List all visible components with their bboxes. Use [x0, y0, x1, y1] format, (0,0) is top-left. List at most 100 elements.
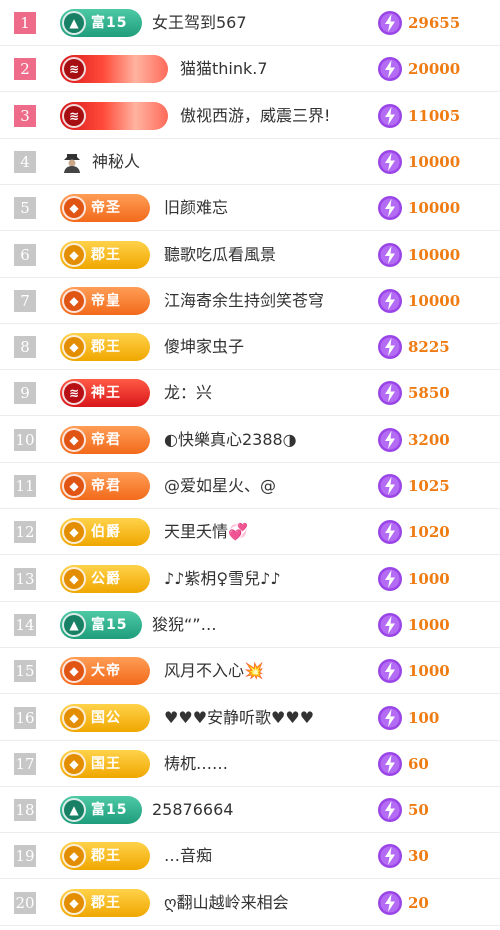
user-name[interactable]: 聽歌吃瓜看風景 [164, 232, 276, 278]
badge-emblem-icon: ◆ [62, 427, 86, 452]
badge-label: 国公 [91, 709, 121, 726]
user-name[interactable]: 神秘人 [92, 139, 140, 185]
points-value: 29655 [408, 14, 461, 32]
user-name[interactable]: 龙：兴 [164, 370, 212, 416]
user-name[interactable]: 江海寄余生持剑笑苍穹 [164, 278, 324, 324]
list-item[interactable]: 12 ◆ 伯爵 天里夭情💞 1020 [0, 509, 500, 556]
list-item[interactable]: 3 ≋ 傲视西游，威震三界! 11005 [0, 93, 500, 139]
lightning-bolt-icon [377, 334, 403, 360]
user-name[interactable]: ღ翻山越岭来相会 [164, 880, 289, 926]
points-value: 10000 [408, 199, 461, 218]
level-badge: ◆ 帝君 [60, 472, 150, 500]
list-item[interactable]: 13 ◆ 公爵 ♪♪紫枂♀雪兒♪♪ 1000 [0, 556, 500, 602]
points-value: 11005 [408, 106, 461, 125]
list-item[interactable]: 7 ◆ 帝皇 江海寄余生持剑笑苍穹 10000 [0, 278, 500, 324]
level-badge: ◆ 公爵 [60, 564, 150, 593]
user-name[interactable]: ♥♥♥安静听歌♥♥♥ [164, 695, 314, 741]
user-name[interactable]: 天里夭情💞 [164, 509, 248, 555]
user-name[interactable]: 旧颜难忘 [164, 185, 228, 231]
points-value: 8225 [408, 338, 450, 357]
badge-label: 帝圣 [91, 200, 121, 217]
level-badge: ◆ 国公 [60, 703, 150, 732]
list-item[interactable]: 2 ≋ 猫猫think.7 20000 [0, 46, 500, 93]
lightning-bolt-icon [377, 705, 403, 731]
user-name[interactable]: ♪♪紫枂♀雪兒♪♪ [164, 556, 281, 602]
list-item[interactable]: 18 ▲ 富15 25876664 50 [0, 787, 500, 834]
badge-emblem-icon: ◆ [62, 520, 86, 545]
list-item[interactable]: 4 神秘人 10000 [0, 139, 500, 185]
list-item[interactable]: 8 ◆ 郡王 傻坤家虫子 8225 [0, 324, 500, 371]
user-name[interactable]: 狻猊“”… [152, 602, 217, 648]
list-item[interactable]: 16 ◆ 国公 ♥♥♥安静听歌♥♥♥ 100 [0, 695, 500, 741]
user-name[interactable]: 25876664 [152, 787, 233, 833]
lightning-bolt-icon [377, 751, 403, 777]
badge-label: 大帝 [91, 663, 121, 680]
lightning-bolt-icon [377, 473, 403, 499]
badge-emblem-icon: ◆ [62, 474, 86, 498]
list-item[interactable]: 17 ◆ 国王 梼杌…… 60 [0, 741, 500, 787]
user-name[interactable]: 女王驾到567 [152, 0, 247, 46]
badge-label: 郡王 [91, 246, 121, 263]
points-value: 1025 [408, 477, 450, 495]
list-item[interactable]: 10 ◆ 帝君 ◐快樂真心2388◑ 3200 [0, 417, 500, 463]
lightning-bolt-icon [377, 10, 403, 36]
rank-number: 20 [14, 891, 36, 914]
list-item[interactable]: 15 ◆ 大帝 风月不入心💥 1000 [0, 648, 500, 695]
points-value: 10000 [408, 245, 461, 264]
list-item[interactable]: 9 ≋ 神王 龙：兴 5850 [0, 370, 500, 417]
points-value: 5850 [408, 384, 450, 403]
level-badge: ◆ 大帝 [60, 657, 150, 686]
rank-number: 14 [14, 613, 36, 636]
badge-label: 国王 [91, 755, 121, 772]
points-value: 100 [408, 708, 440, 727]
user-name[interactable]: 猫猫think.7 [180, 46, 268, 92]
lightning-bolt-icon [377, 843, 403, 869]
badge-emblem-icon: ▲ [62, 612, 86, 637]
rank-number: 9 [14, 382, 36, 405]
badge-emblem-icon: ◆ [62, 890, 86, 915]
badge-emblem-icon: ◆ [62, 659, 86, 684]
user-name[interactable]: 梼杌…… [164, 741, 228, 787]
level-badge: ◆ 国王 [60, 749, 150, 778]
list-item[interactable]: 6 ◆ 郡王 聽歌吃瓜看風景 10000 [0, 232, 500, 278]
user-name[interactable]: @爱如星火、@ [164, 463, 276, 509]
list-item[interactable]: 11 ◆ 帝君 @爱如星火、@ 1025 [0, 463, 500, 509]
rank-number: 17 [14, 752, 36, 775]
points-value: 50 [408, 801, 429, 820]
badge-label: 帝君 [91, 431, 121, 448]
level-badge: ◆ 郡王 [60, 842, 150, 871]
level-badge: ◆ 郡王 [60, 888, 150, 917]
badge-label: 公爵 [91, 570, 121, 587]
lightning-bolt-icon [377, 288, 403, 314]
user-name[interactable]: 风月不入心💥 [164, 648, 264, 694]
list-item[interactable]: 1 ▲ 富15 女王驾到567 29655 [0, 0, 500, 46]
user-name[interactable]: 傲视西游，威震三界! [180, 93, 330, 139]
list-item[interactable]: 20 ◆ 郡王 ღ翻山越岭来相会 20 [0, 880, 500, 926]
rank-number: 18 [14, 799, 36, 822]
user-name[interactable]: 傻坤家虫子 [164, 324, 244, 370]
rank-number: 12 [14, 521, 36, 544]
user-name[interactable]: …音痴 [164, 833, 212, 879]
list-item[interactable]: 14 ▲ 富15 狻猊“”… 1000 [0, 602, 500, 648]
points-value: 1000 [408, 569, 450, 588]
badge-label: 帝君 [91, 478, 121, 494]
points-value: 1020 [408, 523, 450, 542]
lightning-bolt-icon [377, 566, 403, 592]
level-badge: ◆ 帝君 [60, 425, 150, 454]
leaderboard-list: 1 ▲ 富15 女王驾到567 29655 2 ≋ 猫猫think.7 20000 3 ≋ 傲视西游，… [0, 0, 500, 930]
level-badge: ≋ 神王 [60, 379, 150, 408]
points-value: 60 [408, 754, 429, 773]
rank-number: 7 [14, 289, 36, 312]
level-badge: ≋ [60, 55, 168, 84]
badge-emblem-icon: ◆ [62, 335, 86, 360]
level-badge: ◆ 帝皇 [60, 286, 150, 315]
badge-emblem-icon: ◆ [62, 705, 86, 730]
level-badge: ▲ 富15 [60, 9, 142, 37]
badge-label: 郡王 [91, 848, 121, 865]
badge-emblem-icon: ◆ [62, 242, 86, 267]
list-item[interactable]: 19 ◆ 郡王 …音痴 30 [0, 833, 500, 880]
level-badge: ◆ 郡王 [60, 240, 150, 269]
rank-number: 15 [14, 660, 36, 683]
user-name[interactable]: ◐快樂真心2388◑ [164, 417, 297, 463]
list-item[interactable]: 5 ◆ 帝圣 旧颜难忘 10000 [0, 185, 500, 232]
